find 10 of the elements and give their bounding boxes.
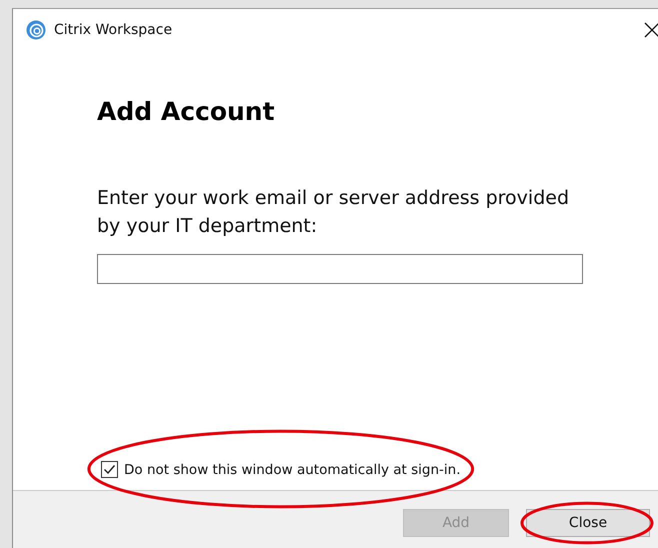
window-title: Citrix Workspace	[54, 22, 172, 38]
address-input-field[interactable]	[97, 254, 583, 284]
prompt-text: Enter your work email or server address provided by your IT department:	[97, 186, 570, 239]
checkbox[interactable]	[101, 461, 118, 478]
app-logo-icon	[26, 20, 46, 40]
close-icon[interactable]	[644, 22, 658, 38]
checkmark-icon	[103, 463, 116, 476]
close-button[interactable]: Close	[526, 508, 650, 536]
checkbox-label: Do not show this window automatically at sign-in.	[124, 462, 461, 478]
dialog-heading: Add Account	[97, 97, 276, 126]
